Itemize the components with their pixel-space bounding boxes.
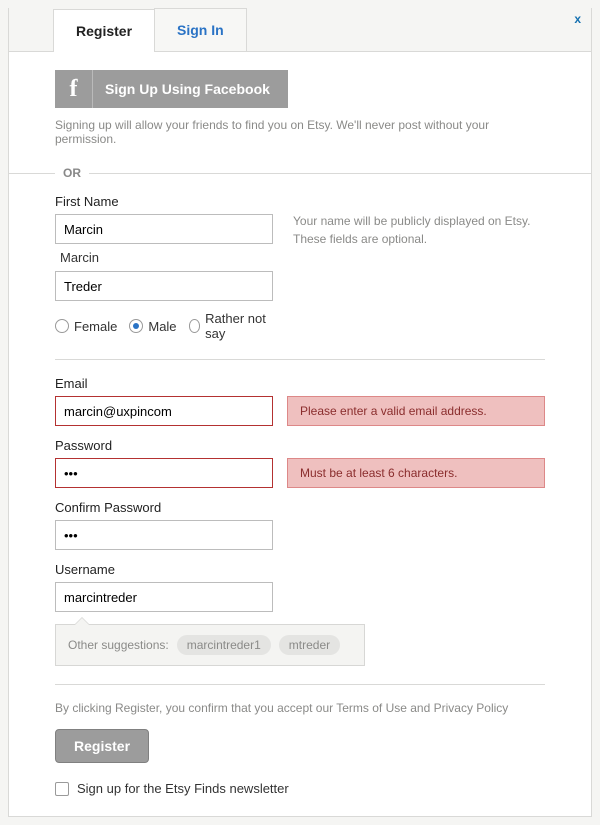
last-name-input[interactable] — [55, 271, 273, 301]
confirm-password-label: Confirm Password — [55, 500, 545, 515]
radio-male-label: Male — [148, 319, 176, 334]
radio-rather-label: Rather not say — [205, 311, 273, 341]
username-suggestions: Other suggestions: marcintreder1 mtreder — [55, 624, 365, 666]
facebook-icon: f — [55, 70, 93, 108]
facebook-signup-button[interactable]: f Sign Up Using Facebook — [55, 70, 288, 108]
gender-radios: Female Male Rather not say — [55, 311, 273, 341]
or-divider: OR — [9, 166, 591, 180]
newsletter-label: Sign up for the Etsy Finds newsletter — [77, 781, 289, 796]
facebook-help-text: Signing up will allow your friends to fi… — [55, 118, 545, 146]
name-help-text: Your name will be publicly displayed on … — [293, 194, 545, 341]
first-name-input[interactable] — [55, 214, 273, 244]
email-label: Email — [55, 376, 545, 391]
divider — [55, 359, 545, 360]
email-error: Please enter a valid email address. — [287, 396, 545, 426]
legal-text: By clicking Register, you confirm that y… — [55, 701, 545, 715]
divider — [55, 684, 545, 685]
suggestion-chip[interactable]: marcintreder1 — [177, 635, 271, 655]
username-input[interactable] — [55, 582, 273, 612]
radio-female-label: Female — [74, 319, 117, 334]
password-label: Password — [55, 438, 545, 453]
suggestion-chip[interactable]: mtreder — [279, 635, 340, 655]
radio-female[interactable]: Female — [55, 319, 117, 334]
tab-bar: Register Sign In — [9, 8, 591, 52]
first-name-label: First Name — [55, 194, 273, 209]
newsletter-checkbox[interactable] — [55, 782, 69, 796]
radio-dot-icon — [189, 319, 201, 333]
tab-register[interactable]: Register — [53, 9, 155, 52]
email-input[interactable] — [55, 396, 273, 426]
radio-rather-not-say[interactable]: Rather not say — [189, 311, 273, 341]
password-input[interactable] — [55, 458, 273, 488]
close-icon[interactable]: x — [574, 12, 581, 26]
radio-male[interactable]: Male — [129, 319, 176, 334]
last-name-label: Marcin — [60, 250, 273, 265]
radio-dot-selected-icon — [129, 319, 143, 333]
password-error: Must be at least 6 characters. — [287, 458, 545, 488]
suggestions-label: Other suggestions: — [68, 638, 169, 652]
tab-signin[interactable]: Sign In — [154, 8, 247, 51]
or-label: OR — [55, 166, 89, 180]
facebook-button-label: Sign Up Using Facebook — [105, 81, 270, 97]
confirm-password-input[interactable] — [55, 520, 273, 550]
username-label: Username — [55, 562, 545, 577]
register-button[interactable]: Register — [55, 729, 149, 763]
radio-dot-icon — [55, 319, 69, 333]
register-modal: x Register Sign In f Sign Up Using Faceb… — [8, 8, 592, 817]
